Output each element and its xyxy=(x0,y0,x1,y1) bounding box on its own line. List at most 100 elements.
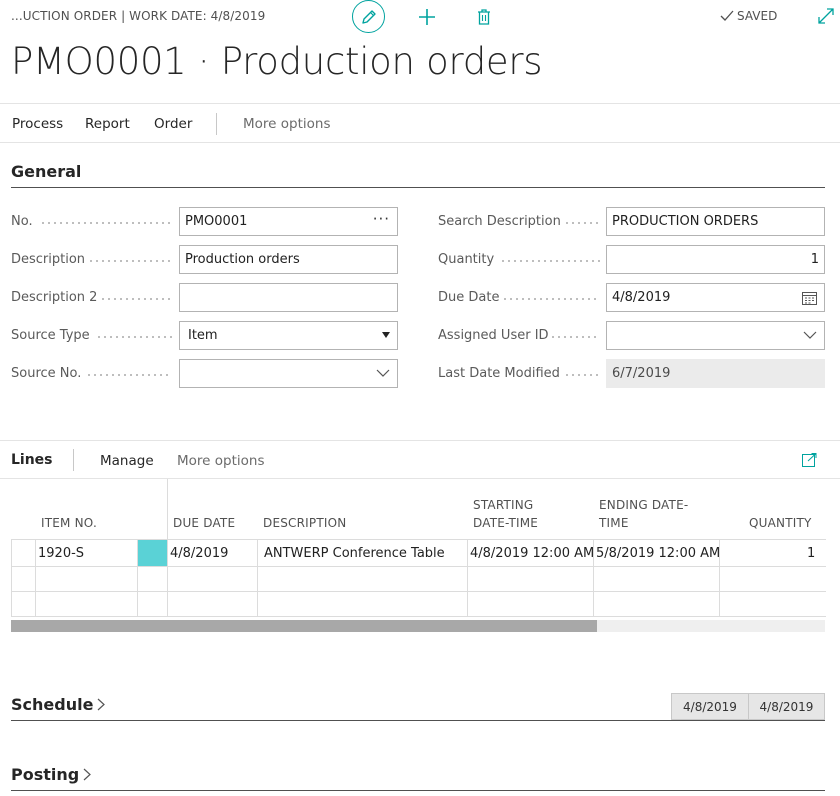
col-header-due-date[interactable]: DUE DATE xyxy=(173,514,235,532)
leader-dots xyxy=(40,222,172,224)
cell-quantity[interactable]: 1 xyxy=(807,540,815,566)
cell-description[interactable]: ANTWERP Conference Table xyxy=(264,540,445,566)
quantity-field[interactable]: 1 xyxy=(606,245,825,274)
chevron-right-icon xyxy=(98,698,106,711)
chevron-right-icon xyxy=(83,768,92,781)
assist-edit-icon[interactable]: ··· xyxy=(373,210,390,228)
search-description-label: Search Description xyxy=(438,214,561,229)
description-label: Description xyxy=(11,252,86,267)
last-date-modified-label: Last Date Modified xyxy=(438,366,560,381)
posting-section-header[interactable]: Posting xyxy=(11,765,92,784)
lines-title[interactable]: Lines xyxy=(11,452,53,468)
leader-dots xyxy=(550,336,600,338)
top-bar: ...UCTION ORDER | WORK DATE: 4/8/2019 SA… xyxy=(0,0,840,34)
description-value: Production orders xyxy=(185,252,300,267)
description-2-field[interactable] xyxy=(179,283,398,312)
horizontal-scrollbar[interactable] xyxy=(11,620,825,632)
cell-item-no[interactable]: 1920-S xyxy=(38,540,84,566)
checkmark-icon xyxy=(720,10,734,21)
due-date-value: 4/8/2019 xyxy=(612,290,671,305)
leader-dots xyxy=(86,374,172,376)
delete-button[interactable] xyxy=(474,7,494,27)
more-options-menu[interactable]: More options xyxy=(243,116,330,132)
cell-due-date[interactable]: 4/8/2019 xyxy=(170,540,228,566)
schedule-date-2: 4/8/2019 xyxy=(748,693,825,720)
assigned-user-id-field[interactable] xyxy=(606,321,825,350)
source-no-field[interactable] xyxy=(179,359,398,388)
last-date-modified-field: 6/7/2019 xyxy=(606,359,825,388)
col-header-ending-line1: ENDING DATE- xyxy=(599,498,689,512)
source-no-label: Source No. xyxy=(11,366,82,381)
trash-icon xyxy=(478,9,490,25)
pencil-icon xyxy=(361,9,376,24)
selected-cell-indicator[interactable] xyxy=(138,540,167,566)
col-header-item-no[interactable]: ITEM NO. xyxy=(41,514,97,532)
leader-dots xyxy=(100,298,172,300)
grid-row-line xyxy=(11,616,826,617)
source-type-label: Source Type xyxy=(11,328,90,343)
saved-indicator: SAVED xyxy=(720,9,777,23)
no-field[interactable]: PMO0001 ··· xyxy=(179,207,398,236)
process-menu[interactable]: Process xyxy=(12,116,63,132)
leader-dots xyxy=(88,260,172,262)
col-header-starting-line1: STARTING xyxy=(473,498,534,512)
posting-title: Posting xyxy=(11,765,80,784)
lines-grid: ITEM NO. DUE DATE DESCRIPTION STARTING D… xyxy=(11,479,826,619)
quantity-value: 1 xyxy=(810,252,819,267)
assigned-user-id-label: Assigned User ID xyxy=(438,328,549,343)
col-header-quantity[interactable]: QUANTITY xyxy=(749,514,812,532)
cell-ending-date-time[interactable]: 5/8/2019 12:00 AM xyxy=(596,540,720,566)
no-value: PMO0001 xyxy=(185,214,248,229)
quantity-label: Quantity xyxy=(438,252,495,267)
search-description-field[interactable]: PRODUCTION ORDERS xyxy=(606,207,825,236)
col-header-starting-line2: DATE-TIME xyxy=(473,516,539,530)
new-button[interactable] xyxy=(417,7,437,27)
open-in-new-window-icon[interactable] xyxy=(802,453,817,467)
cell-starting-date-time[interactable]: 4/8/2019 12:00 AM xyxy=(470,540,594,566)
lines-toolbar: Lines Manage More options xyxy=(0,440,840,479)
leader-dots xyxy=(96,336,172,338)
description-field[interactable]: Production orders xyxy=(179,245,398,274)
no-label: No. xyxy=(11,214,33,229)
expand-icon[interactable] xyxy=(817,7,835,25)
search-description-value: PRODUCTION ORDERS xyxy=(612,214,759,229)
due-date-label: Due Date xyxy=(438,290,500,305)
schedule-section-divider xyxy=(11,720,825,721)
table-row-empty[interactable] xyxy=(11,567,826,591)
breadcrumb: ...UCTION ORDER | WORK DATE: 4/8/2019 xyxy=(11,9,266,23)
leader-dots xyxy=(500,260,600,262)
leader-dots xyxy=(564,222,600,224)
calendar-icon[interactable] xyxy=(802,291,817,305)
order-menu[interactable]: Order xyxy=(154,116,192,132)
posting-section-divider xyxy=(11,790,825,791)
description-2-label: Description 2 xyxy=(11,290,98,305)
last-date-modified-value: 6/7/2019 xyxy=(612,366,671,381)
col-header-ending-date-time[interactable]: ENDING DATE- TIME xyxy=(599,496,688,532)
page-title: PMO0001 · Production orders xyxy=(11,40,543,83)
saved-label: SAVED xyxy=(737,9,778,23)
schedule-date-1: 4/8/2019 xyxy=(671,693,749,720)
source-type-select[interactable]: Item xyxy=(179,321,398,350)
edit-button[interactable] xyxy=(352,0,385,33)
leader-dots xyxy=(502,298,600,300)
report-menu[interactable]: Report xyxy=(85,116,130,132)
dropdown-arrow-icon xyxy=(382,332,390,338)
lines-divider xyxy=(73,449,74,471)
general-section-divider xyxy=(11,187,825,188)
source-type-value: Item xyxy=(188,328,218,343)
scrollbar-thumb[interactable] xyxy=(11,620,598,632)
action-divider xyxy=(216,113,217,135)
general-section-title[interactable]: General xyxy=(11,162,81,181)
due-date-field[interactable]: 4/8/2019 xyxy=(606,283,825,312)
chevron-down-icon[interactable] xyxy=(803,331,817,340)
manage-menu[interactable]: Manage xyxy=(100,453,154,469)
leader-dots xyxy=(564,374,600,376)
table-row-empty[interactable] xyxy=(11,592,826,616)
lines-more-options-menu[interactable]: More options xyxy=(177,453,264,469)
chevron-down-icon[interactable] xyxy=(376,369,390,378)
col-header-starting-date-time[interactable]: STARTING DATE-TIME xyxy=(473,496,538,532)
col-header-description[interactable]: DESCRIPTION xyxy=(263,514,346,532)
action-bar: Process Report Order More options xyxy=(0,103,840,143)
schedule-title: Schedule xyxy=(11,695,94,714)
schedule-section-header[interactable]: Schedule xyxy=(11,695,106,714)
